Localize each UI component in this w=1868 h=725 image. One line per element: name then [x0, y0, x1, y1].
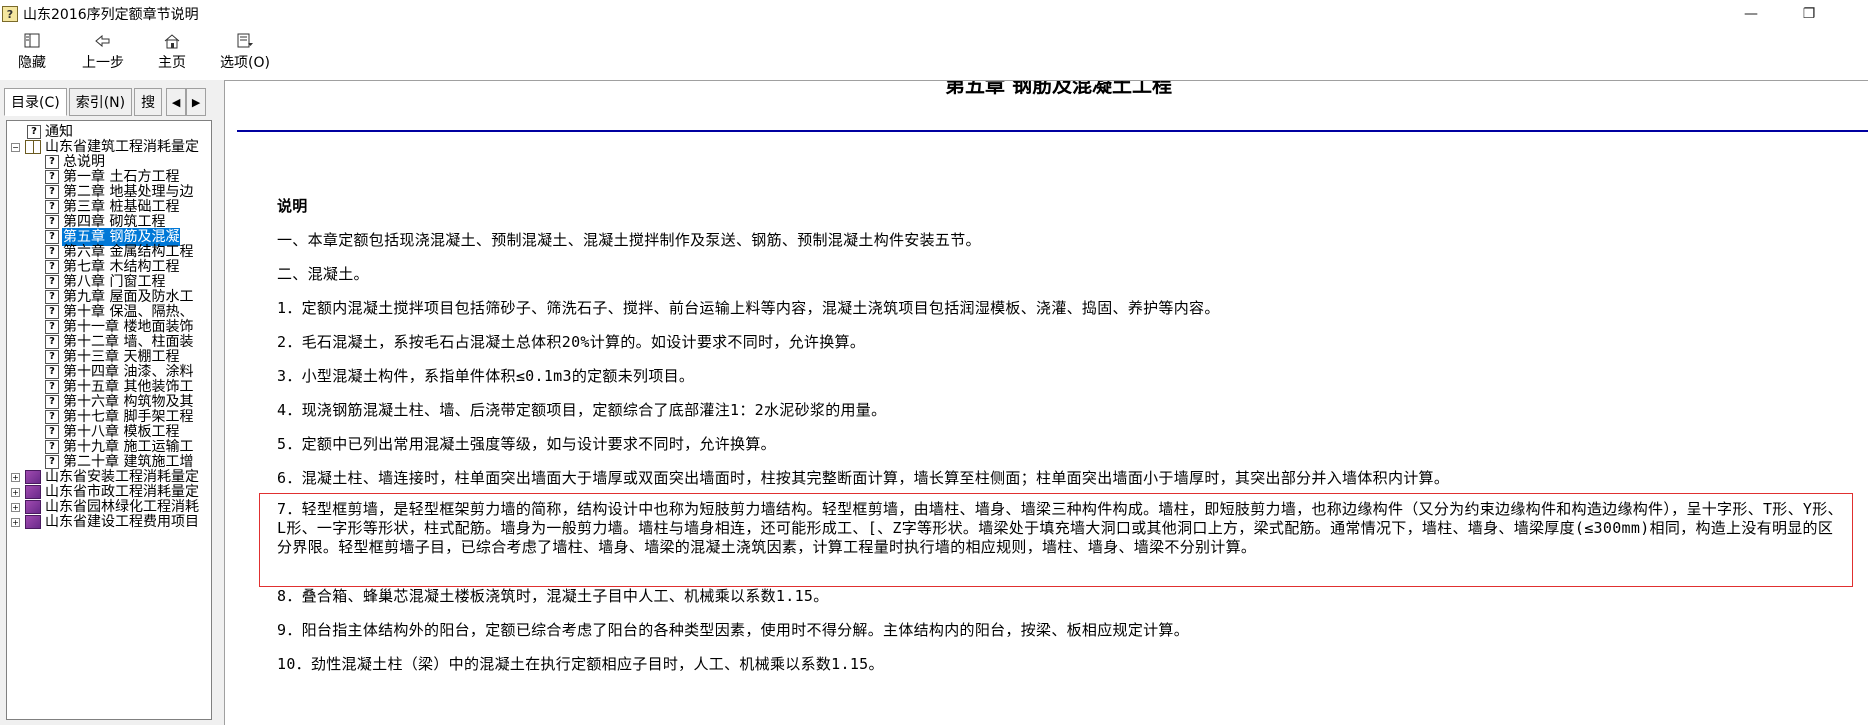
home-label: 主页 — [158, 55, 186, 71]
help-page-icon: ? — [45, 155, 59, 169]
paragraph: 一、本章定额包括现浇混凝土、预制混凝土、混凝土搅拌制作及泵送、钢筋、预制混凝土构… — [277, 231, 981, 249]
help-app-icon: ? — [2, 6, 18, 22]
tab-scroll-arrows: ◀ ▶ — [166, 88, 207, 116]
help-page-icon: ? — [45, 185, 59, 199]
back-label: 上一步 — [82, 55, 124, 71]
options-button[interactable]: 选项(O) — [220, 28, 270, 72]
title-bar: ? 山东2016序列定额章节说明 — ❐ — [0, 0, 1868, 28]
help-page-icon: ? — [27, 125, 41, 139]
nav-tabs: 目录(C) 索引(N) 搜 ◀ ▶ — [4, 88, 207, 116]
help-page-icon: ? — [45, 200, 59, 214]
hide-label: 隐藏 — [18, 55, 46, 71]
expand-icon[interactable]: + — [11, 472, 20, 482]
section-heading: 说明 — [277, 197, 308, 215]
tab-scroll-right-button[interactable]: ▶ — [186, 88, 207, 116]
paragraph: 1．定额内混凝土搅拌项目包括筛砂子、筛洗石子、搅拌、前台运输上料等内容，混凝土浇… — [277, 299, 1220, 317]
help-page-icon: ? — [45, 320, 59, 334]
contents-tree: ? 通知 − 山东省建筑工程消耗量定? 总说明? 第一章 土石方工程? 第二章 地基处理与边… — [6, 120, 212, 720]
tree-item[interactable]: + 山东省建设工程费用项目 — [11, 513, 200, 531]
help-page-icon: ? — [45, 350, 59, 364]
paragraph: 9．阳台指主体结构外的阳台，定额已综合考虑了阳台的各种类型因素，使用时不得分解。… — [277, 621, 1190, 639]
paragraph: 5．定额中已列出常用混凝土强度等级，如与设计要求不同时，允许换算。 — [277, 435, 776, 453]
help-page-icon: ? — [45, 290, 59, 304]
back-arrow-icon — [93, 32, 113, 50]
paragraph: 2．毛石混凝土，系按毛石占混凝土总体积20%计算的。如设计要求不同时，允许换算。 — [277, 333, 866, 351]
tab-contents[interactable]: 目录(C) — [4, 88, 67, 116]
paragraph: 6．混凝土柱、墙连接时，柱单面突出墙面大于墙厚或双面突出墙面时，柱按其完整断面计… — [277, 469, 1450, 487]
help-page-icon: ? — [45, 305, 59, 319]
minimize-button[interactable]: — — [1722, 0, 1780, 28]
help-page-icon: ? — [45, 215, 59, 229]
help-page-icon: ? — [45, 275, 59, 289]
help-page-icon: ? — [45, 440, 59, 454]
paragraph: 3．小型混凝土构件，系指单件体积≤0.1m3的定额未列项目。 — [277, 367, 695, 385]
help-page-icon: ? — [45, 395, 59, 409]
help-page-icon: ? — [45, 455, 59, 469]
navigation-pane: 目录(C) 索引(N) 搜 ◀ ▶ ? 通知 − 山东省建筑工程消耗量定? 总说明? 第一… — [0, 80, 218, 725]
restore-button[interactable]: ❐ — [1780, 0, 1838, 28]
hide-icon — [22, 32, 42, 50]
help-page-icon: ? — [45, 380, 59, 394]
book-icon — [25, 485, 41, 499]
book-icon — [25, 515, 41, 529]
help-page-icon: ? — [45, 170, 59, 184]
options-label: 选项(O) — [220, 55, 270, 71]
expand-icon[interactable]: + — [11, 487, 20, 497]
help-page-icon: ? — [45, 245, 59, 259]
title-divider — [237, 130, 1868, 132]
back-button[interactable]: 上一步 — [82, 28, 124, 72]
expand-icon[interactable]: + — [11, 517, 20, 527]
book-icon — [25, 470, 41, 484]
window-title: 山东2016序列定额章节说明 — [23, 7, 199, 23]
tree-item-label: 山东省建设工程费用项目 — [45, 514, 199, 530]
content-pane: 第五章 钢筋及混凝土工程 说明 一、本章定额包括现浇混凝土、预制混凝土、混凝土搅… — [224, 80, 1868, 725]
paragraph: 8．叠合箱、蜂巢芯混凝土楼板浇筑时，混凝土子目中人工、机械乘以系数1.15。 — [277, 587, 829, 605]
window-controls: — ❐ — [1722, 0, 1838, 28]
help-page-icon: ? — [45, 335, 59, 349]
hide-button[interactable]: 隐藏 — [18, 28, 46, 72]
help-page-icon: ? — [45, 365, 59, 379]
help-page-icon: ? — [45, 260, 59, 274]
tab-scroll-left-button[interactable]: ◀ — [166, 88, 187, 116]
collapse-icon[interactable]: − — [11, 142, 20, 152]
highlighted-paragraph: 7．轻型框剪墙，是轻型框架剪力墙的简称，结构设计中也称为短肢剪力墙结构。轻型框剪… — [277, 500, 1843, 556]
options-icon — [235, 32, 255, 50]
tab-index[interactable]: 索引(N) — [68, 88, 133, 116]
chapter-title: 第五章 钢筋及混凝土工程 — [945, 80, 1172, 97]
home-button[interactable]: 主页 — [158, 28, 186, 72]
open-book-icon — [25, 140, 41, 154]
book-icon — [25, 500, 41, 514]
expand-icon[interactable]: + — [11, 502, 20, 512]
paragraph: 10．劲性混凝土柱（梁）中的混凝土在执行定额相应子目时，人工、机械乘以系数1.1… — [277, 655, 884, 673]
home-icon — [162, 32, 182, 50]
paragraph: 二、混凝土。 — [277, 265, 369, 283]
help-page-icon: ? — [45, 425, 59, 439]
paragraph: 4．现浇钢筋混凝土柱、墙、后浇带定额项目，定额综合了底部灌注1：2水泥砂浆的用量… — [277, 401, 887, 419]
help-page-icon: ? — [45, 230, 59, 244]
toolbar: 隐藏 上一步 主页 选项(O) — [0, 28, 1868, 76]
tab-search[interactable]: 搜 — [134, 88, 163, 116]
help-page-icon: ? — [45, 410, 59, 424]
